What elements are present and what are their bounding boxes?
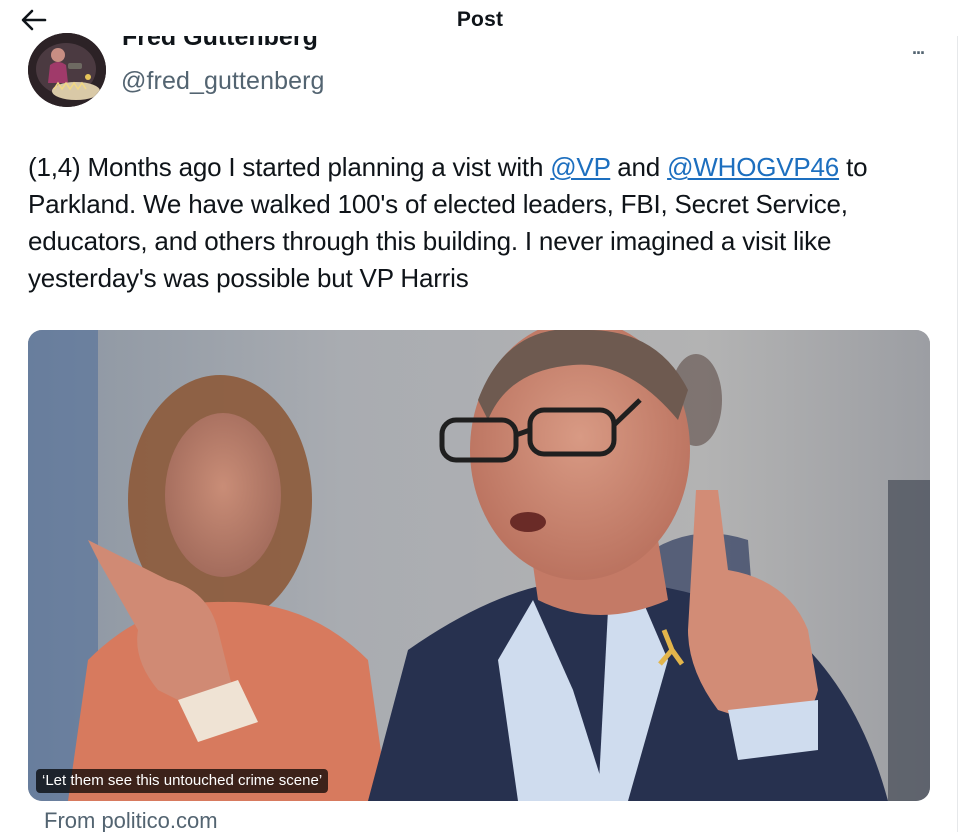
author-display-name[interactable]: Fred Guttenberg (122, 36, 318, 62)
author-display-name-text: Fred Guttenberg (122, 36, 318, 51)
post-screen: Post Fred Guttenberg @fred_guttenberg ..… (0, 0, 960, 832)
avatar-photo (28, 33, 106, 107)
tweet-text: (1,4) Months ago I started planning a vi… (28, 149, 928, 297)
mention-whogvp46-link[interactable]: @WHOGVP46 (667, 152, 839, 182)
page-title: Post (456, 8, 504, 31)
link-source[interactable]: From politico.com (44, 808, 218, 832)
image-caption: ‘Let them see this untouched crime scene… (36, 769, 329, 793)
tweet-text-part: and (610, 152, 668, 182)
more-options-button[interactable]: ... (900, 38, 936, 62)
frame-divider (957, 36, 958, 832)
link-card-image[interactable] (28, 330, 930, 801)
news-photo (28, 330, 930, 801)
avatar[interactable] (28, 33, 106, 107)
author-handle[interactable]: @fred_guttenberg (121, 67, 325, 96)
tweet-text-part: (1,4) Months ago I started planning a vi… (28, 152, 551, 182)
mention-vp-link[interactable]: @VP (550, 152, 610, 182)
top-bar: Post (0, 0, 960, 40)
